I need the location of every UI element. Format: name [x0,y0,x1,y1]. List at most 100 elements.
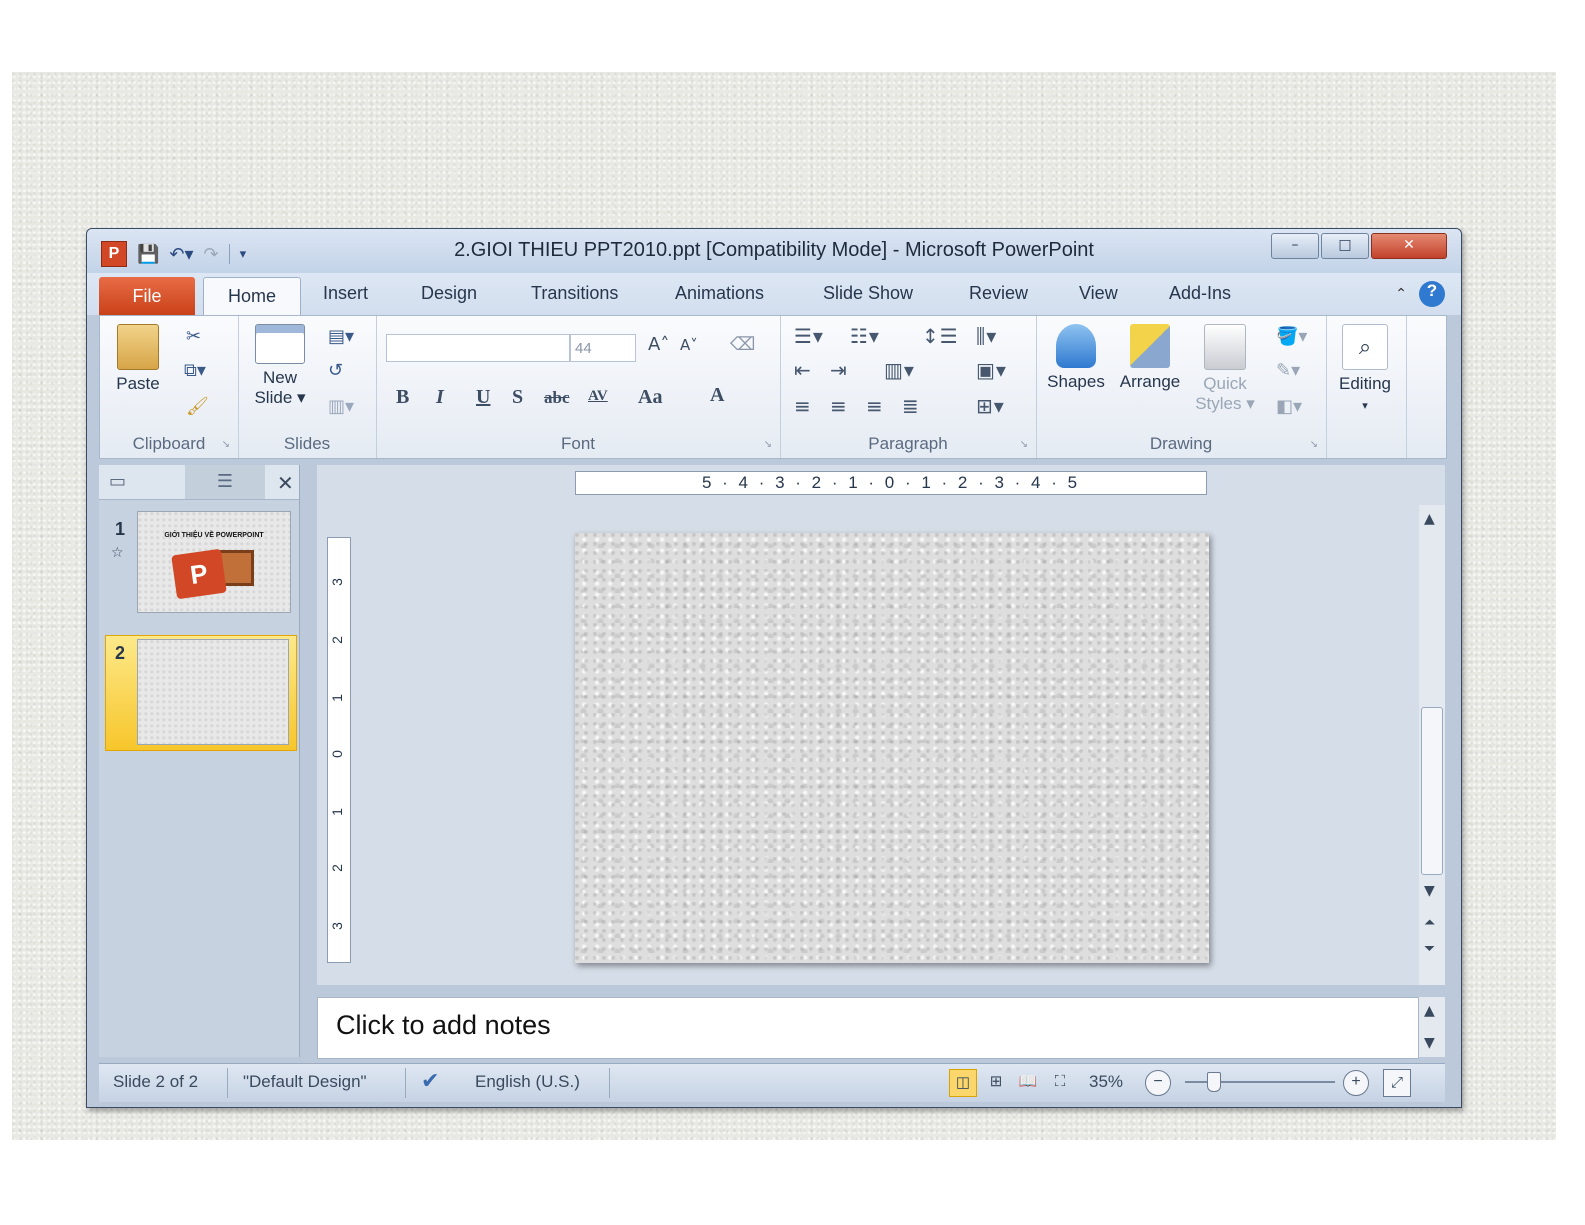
spell-check-icon[interactable]: ✔ [421,1068,439,1094]
tab-review[interactable]: Review [969,283,1028,304]
vruler-tick: 3 [328,578,345,586]
shapes-button[interactable]: Shapes [1044,324,1108,392]
reset-icon[interactable]: ↺ [328,360,343,381]
font-color-button[interactable]: A [710,384,724,407]
quick-styles-button[interactable]: Quick Styles ▾ [1190,324,1260,414]
shape-outline-icon[interactable]: ✎▾ [1276,360,1300,381]
slide-canvas[interactable] [575,533,1209,963]
quick-styles-icon [1204,324,1246,370]
tab-insert[interactable]: Insert [323,283,368,304]
scroll-up-icon[interactable]: ▲ [1424,511,1435,527]
tab-transitions[interactable]: Transitions [531,283,618,304]
line-spacing-icon[interactable]: ↕☰ [922,324,959,348]
powerpoint-logo-image: P [171,548,227,600]
theme-name[interactable]: "Default Design" [243,1072,367,1092]
minimize-ribbon-icon[interactable]: ⌃ [1395,286,1407,302]
paste-button[interactable]: Paste [108,324,168,394]
notes-scrollbar[interactable]: ▲ ▼ [1419,997,1445,1057]
tab-design[interactable]: Design [421,283,477,304]
underline-button[interactable]: U [476,386,490,409]
scroll-thumb[interactable] [1421,707,1443,875]
shapes-icon [1056,324,1096,368]
font-name-combo[interactable] [386,334,570,362]
arrange-icon [1130,324,1170,368]
slides-tab-icon[interactable]: ▭ [109,471,126,492]
restore-button[interactable]: □ [1321,233,1369,259]
tab-slide-show[interactable]: Slide Show [823,283,913,304]
format-painter-icon[interactable]: 🖌 [186,396,209,417]
bold-button[interactable]: B [396,386,409,409]
strikethrough-button[interactable]: abc [544,388,570,408]
align-left-icon[interactable]: ≡ [794,394,812,418]
section-icon[interactable]: ▥▾ [328,396,354,417]
align-right-icon[interactable]: ≡ [866,394,884,418]
grow-font-icon[interactable]: A˄ [648,334,669,355]
minimize-button[interactable]: – [1271,233,1319,259]
justify-icon[interactable]: ≣ [902,394,920,418]
shadow-button[interactable]: S [512,386,523,409]
tab-add-ins[interactable]: Add-Ins [1169,283,1231,304]
reading-view-icon[interactable]: 📖 [1015,1069,1041,1095]
shape-fill-icon[interactable]: 🪣▾ [1276,326,1307,347]
change-case-button[interactable]: Aa [638,386,662,409]
copy-icon[interactable]: ⧉▾ [184,360,206,381]
text-direction-icon[interactable]: ⫼▾ [976,324,997,348]
vruler-tick: 2 [328,864,345,872]
tab-file[interactable]: File [99,277,195,315]
slides-group: New Slide ▾ ▤▾ ↺ ▥▾ Slides [238,316,377,458]
tab-animations[interactable]: Animations [675,283,764,304]
horizontal-ruler: 5 · 4 · 3 · 2 · 1 · 0 · 1 · 2 · 3 · 4 · … [575,471,1207,495]
slide-show-view-icon[interactable]: ⛶ [1047,1069,1073,1095]
zoom-in-icon[interactable]: + [1343,1070,1369,1096]
bullets-icon[interactable]: ☰▾ [794,324,824,348]
slide-thumbnail-2[interactable] [137,639,289,745]
clipboard-launcher-icon[interactable]: ↘ [222,439,230,450]
shape-effects-icon[interactable]: ◧▾ [1276,396,1302,417]
tab-view[interactable]: View [1079,283,1118,304]
editing-group: ⌕ Editing ▾ [1326,316,1407,458]
zoom-slider-knob[interactable] [1207,1072,1221,1092]
italic-button[interactable]: I [436,386,444,409]
notes-scroll-down-icon[interactable]: ▼ [1424,1035,1435,1051]
outline-tab-icon[interactable]: ☰ [185,465,265,499]
zoom-level[interactable]: 35% [1089,1072,1123,1092]
notes-pane[interactable]: Click to add notes [317,997,1419,1059]
status-separator [609,1068,610,1098]
align-center-icon[interactable]: ≡ [830,394,848,418]
slide-sorter-view-icon[interactable]: ⊞ [983,1069,1009,1095]
next-slide-icon[interactable]: ⏷ [1424,941,1435,957]
align-text-icon[interactable]: ▣▾ [976,358,1007,382]
close-button[interactable]: ✕ [1371,233,1447,259]
layout-icon[interactable]: ▤▾ [328,326,354,347]
drawing-launcher-icon[interactable]: ↘ [1310,439,1318,450]
previous-slide-icon[interactable]: ⏶ [1424,915,1435,931]
zoom-out-icon[interactable]: − [1145,1070,1171,1096]
panel-close-icon[interactable]: ✕ [277,471,294,495]
scroll-down-icon[interactable]: ▼ [1424,883,1435,899]
slide-thumbnail-1[interactable]: GIỚI THIỆU VỀ POWERPOINT P [137,511,291,613]
paragraph-launcher-icon[interactable]: ↘ [1020,439,1028,450]
shrink-font-icon[interactable]: A˅ [680,336,698,354]
status-separator [227,1068,228,1098]
vertical-scrollbar[interactable]: ▲ ▼ ⏶ ⏷ [1419,505,1445,985]
font-size-combo[interactable]: 44 [570,334,636,362]
smartart-icon[interactable]: ⊞▾ [976,394,1005,418]
new-slide-button[interactable]: New Slide ▾ [248,324,312,408]
decrease-indent-icon[interactable]: ⇤ [794,358,812,382]
editing-button[interactable]: ⌕ Editing ▾ [1330,324,1400,414]
language[interactable]: English (U.S.) [475,1072,580,1092]
font-launcher-icon[interactable]: ↘ [764,439,772,450]
numbering-icon[interactable]: ☷▾ [850,324,880,348]
help-icon[interactable]: ? [1419,281,1445,307]
clear-formatting-icon[interactable]: ⌫ [730,334,755,355]
character-spacing-button[interactable]: AV [588,388,608,405]
increase-indent-icon[interactable]: ⇥ [830,358,848,382]
columns-icon[interactable]: ▥▾ [884,358,915,382]
notes-scroll-up-icon[interactable]: ▲ [1424,1003,1435,1019]
arrange-button[interactable]: Arrange [1114,324,1186,392]
normal-view-icon[interactable]: ◫ [949,1069,977,1097]
status-separator [405,1068,406,1098]
tab-home[interactable]: Home [203,277,301,316]
fit-to-window-icon[interactable]: ⤢ [1383,1069,1411,1097]
cut-icon[interactable]: ✂ [186,326,201,347]
